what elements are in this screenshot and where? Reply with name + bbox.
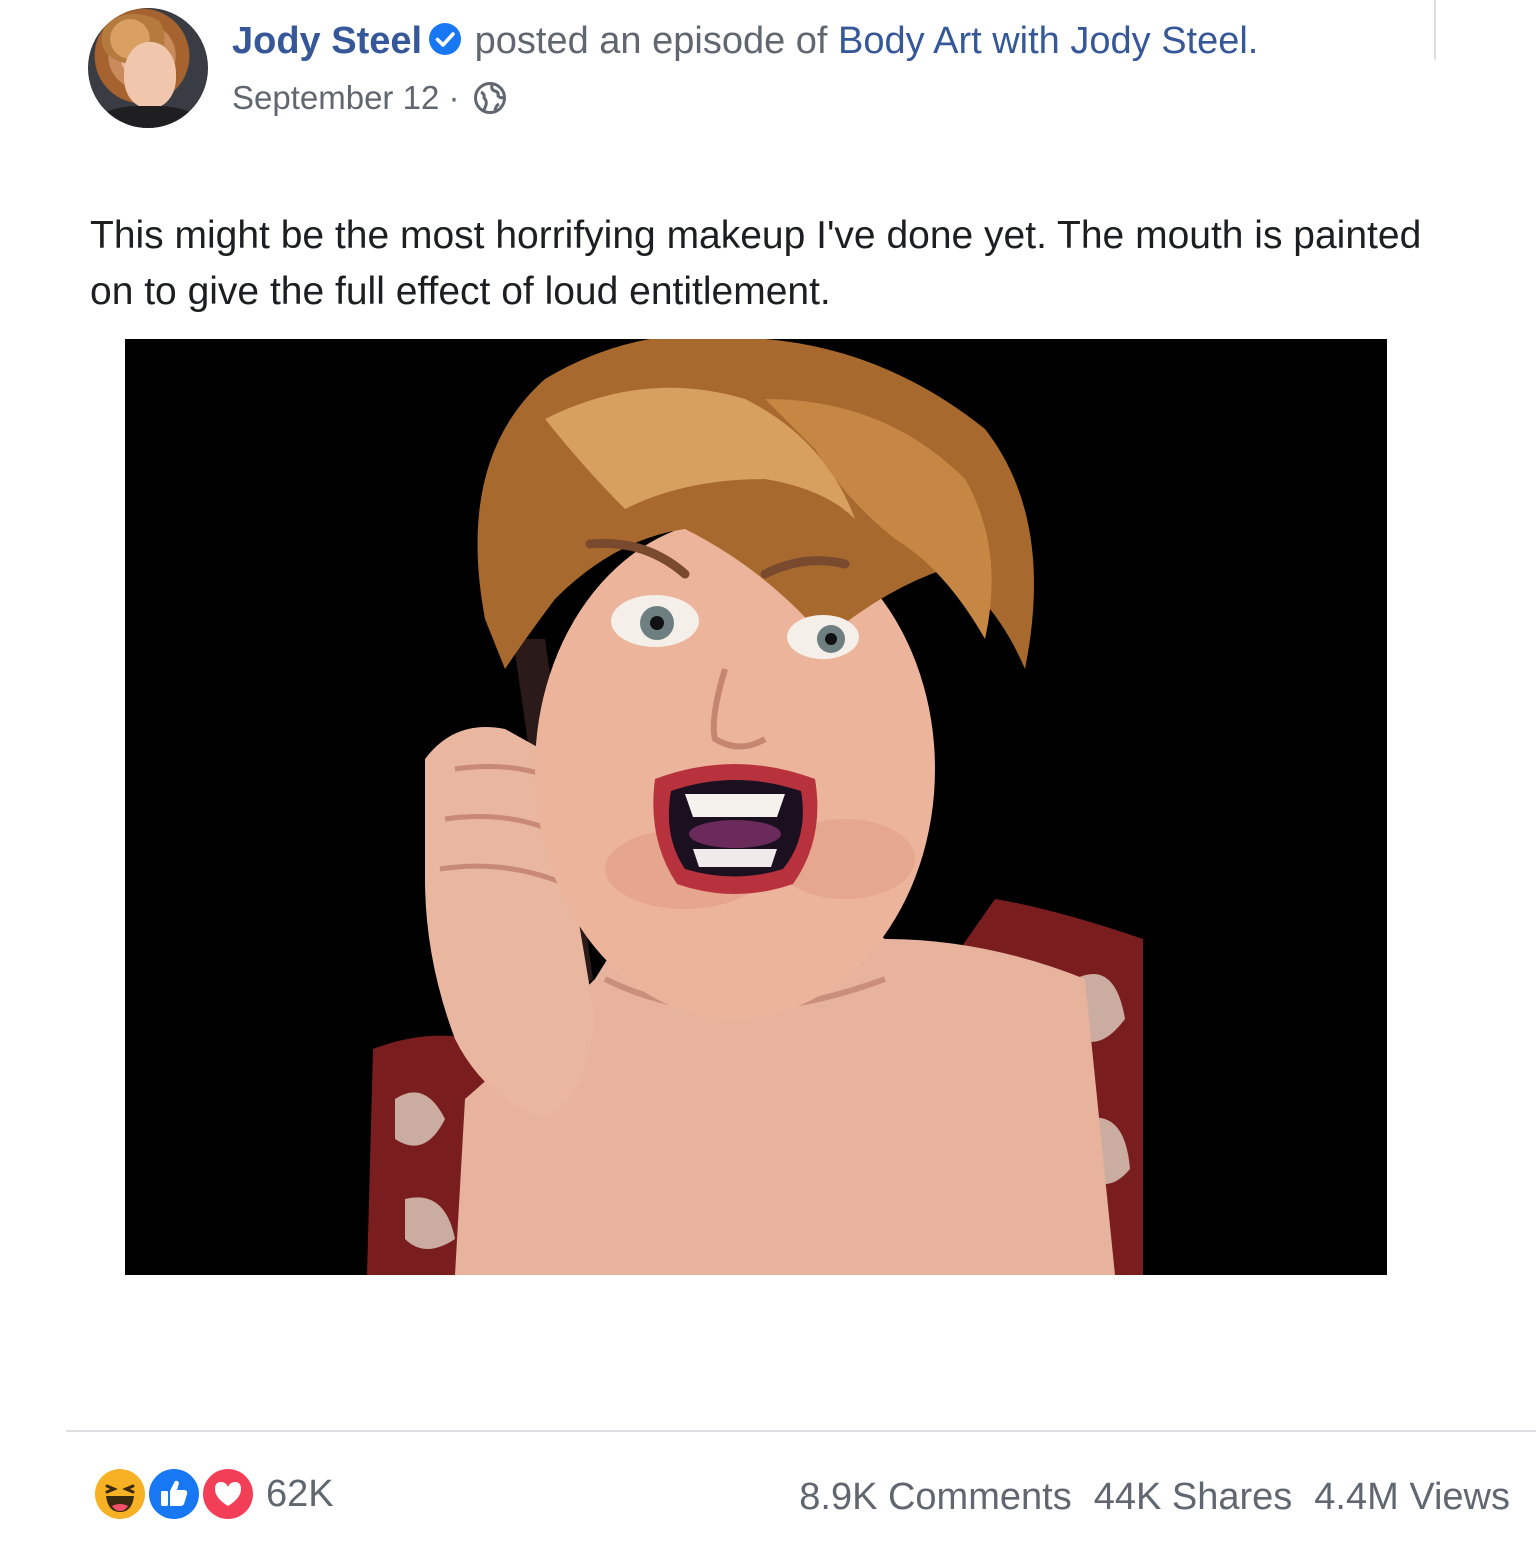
post-header: Jody Steel posted an episode of Body Art…: [232, 16, 1258, 66]
post-stats: 8.9K Comments 44K Shares 4.4M Views: [799, 1472, 1510, 1522]
reaction-count: 62K: [266, 1472, 334, 1515]
author-avatar[interactable]: [88, 8, 208, 128]
love-reaction-icon: [200, 1466, 256, 1522]
post-caption: This might be the most horrifying makeup…: [90, 214, 1422, 313]
footer-divider: [66, 1430, 1536, 1432]
meta-separator: ·: [448, 79, 460, 116]
header-action-text: posted an episode of: [474, 20, 828, 62]
views-count: 4.4M Views: [1314, 1476, 1510, 1518]
post-date-link[interactable]: September 12: [232, 79, 439, 116]
video-player[interactable]: [125, 339, 1387, 1275]
top-right-divider: [1434, 0, 1436, 60]
shares-count-link[interactable]: 44K Shares: [1094, 1472, 1293, 1522]
comments-count-link[interactable]: 8.9K Comments: [799, 1472, 1071, 1522]
author-name-link[interactable]: Jody Steel: [232, 20, 422, 62]
reactions-summary[interactable]: 62K: [92, 1466, 334, 1522]
verified-badge-icon: [429, 23, 462, 55]
haha-reaction-icon: [92, 1466, 148, 1522]
avatar-face: [124, 42, 176, 108]
globe-icon[interactable]: [473, 81, 507, 115]
avatar-shirt: [98, 106, 198, 128]
show-name-link[interactable]: Body Art with Jody Steel.: [838, 20, 1258, 62]
like-reaction-icon: [146, 1466, 202, 1522]
video-thumbnail: [125, 339, 1387, 1275]
post-meta: September 12 ·: [232, 76, 507, 120]
